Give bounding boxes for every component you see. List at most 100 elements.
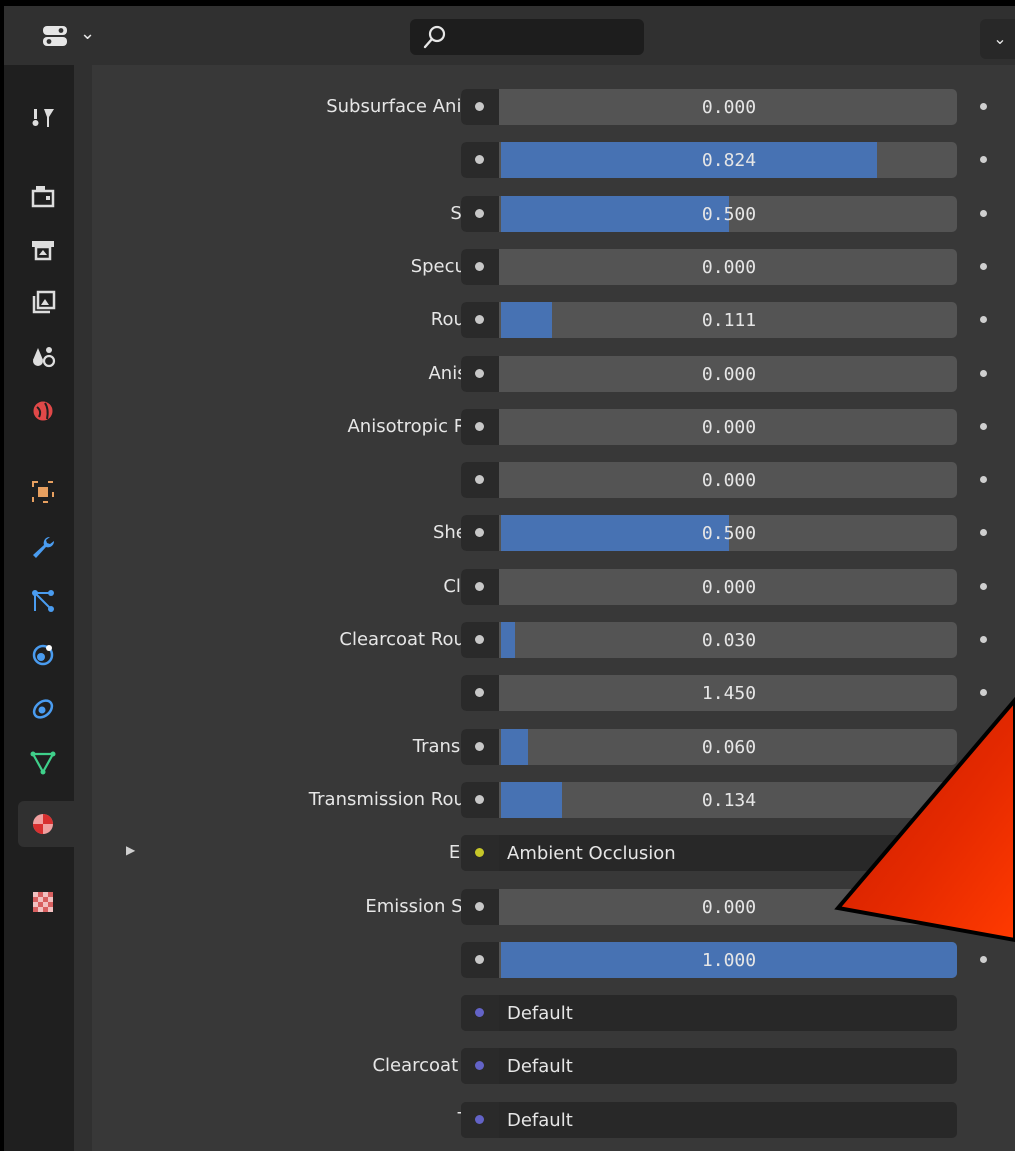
property-row-metallic: Metallic0.824 — [92, 138, 1015, 180]
slider-value: 0.824 — [701, 150, 757, 172]
tab-view-layer[interactable] — [18, 280, 68, 326]
input-socket[interactable] — [461, 781, 499, 818]
input-socket[interactable] — [461, 1048, 499, 1085]
tab-modifiers[interactable] — [18, 524, 68, 570]
socket-dot-icon — [475, 368, 484, 378]
property-row-roughness: Roughness0.111 — [92, 298, 1015, 340]
linked-input-name: Default — [507, 1056, 573, 1078]
input-socket[interactable] — [461, 515, 499, 552]
input-socket[interactable] — [461, 941, 499, 978]
input-socket[interactable] — [461, 89, 499, 125]
keyframe-dot-icon[interactable] — [980, 955, 987, 963]
tab-object[interactable] — [18, 469, 68, 515]
input-socket[interactable] — [461, 462, 499, 499]
input-socket[interactable] — [461, 835, 499, 872]
tab-physics[interactable] — [18, 632, 68, 678]
value-slider[interactable]: 0.500 — [461, 195, 957, 232]
keyframe-dot-icon[interactable] — [980, 103, 987, 110]
value-slider[interactable]: 0.000 — [461, 568, 957, 605]
options-dropdown-button[interactable]: ⌄ — [980, 19, 1015, 59]
keyframe-dot-icon[interactable] — [980, 422, 987, 430]
socket-dot-icon — [475, 1114, 484, 1124]
value-slider[interactable]: 0.134 — [461, 781, 957, 818]
keyframe-dot-icon[interactable] — [980, 476, 987, 484]
input-socket[interactable] — [461, 888, 499, 925]
property-row-alpha: Alpha1.000 — [92, 938, 1015, 980]
input-socket[interactable] — [461, 995, 499, 1032]
tab-material[interactable] — [18, 801, 74, 847]
socket-dot-icon — [475, 954, 484, 964]
tab-data[interactable] — [18, 740, 68, 786]
input-socket[interactable] — [461, 142, 499, 179]
socket-dot-icon — [475, 635, 484, 644]
value-slider[interactable]: 0.000 — [461, 462, 957, 499]
search-icon — [423, 25, 446, 49]
property-row-clearcoat-roughness: Clearcoat Roughness 0.030 — [92, 618, 1015, 660]
tab-tool[interactable] — [18, 95, 68, 141]
keyframe-dot-icon[interactable] — [980, 209, 987, 217]
slider-value: 1.450 — [701, 683, 757, 705]
socket-link-field[interactable]: Default — [461, 1048, 957, 1085]
keyframe-dot-icon[interactable] — [980, 742, 987, 750]
value-slider[interactable]: 0.824 — [461, 142, 957, 179]
value-slider[interactable]: 0.000 — [461, 355, 957, 392]
value-slider[interactable]: 0.111 — [461, 302, 957, 339]
input-socket[interactable] — [461, 408, 499, 445]
value-slider[interactable]: 1.000 — [461, 941, 957, 978]
material-icon — [33, 814, 53, 834]
value-slider[interactable]: 0.060 — [461, 728, 957, 765]
keyframe-dot-icon[interactable] — [980, 529, 987, 537]
input-socket[interactable] — [461, 195, 499, 232]
value-slider[interactable]: 1.450 — [461, 675, 957, 712]
input-socket[interactable] — [461, 355, 499, 392]
value-slider[interactable]: 0.000 — [461, 408, 957, 445]
editor-type-button[interactable]: ⌄ — [30, 18, 102, 54]
input-socket[interactable] — [461, 728, 499, 765]
object-icon — [32, 481, 54, 503]
search-input[interactable] — [410, 19, 644, 55]
property-row-emission: ▶EmissionAmbient Occlusion — [92, 831, 1015, 873]
expand-arrow-icon[interactable]: ▶ — [126, 843, 135, 857]
value-slider[interactable]: 0.000 — [461, 248, 957, 285]
tab-render[interactable] — [18, 173, 68, 219]
render-icon — [31, 186, 55, 208]
input-socket[interactable] — [461, 248, 499, 285]
property-row-ior: IOR1.450 — [92, 671, 1015, 713]
socket-link-field[interactable]: Default — [461, 1101, 957, 1138]
keyframe-dot-icon[interactable] — [980, 369, 987, 377]
property-row-anisotropic-rotation: Anisotropic Rotation 0.000 — [92, 405, 1015, 447]
keyframe-dot-icon[interactable] — [980, 156, 987, 164]
keyframe-dot-icon[interactable] — [980, 795, 987, 803]
socket-dot-icon — [475, 528, 484, 538]
socket-dot-icon — [475, 1008, 484, 1018]
input-socket[interactable] — [461, 675, 499, 712]
value-slider[interactable]: 0.000 — [461, 89, 957, 125]
header-bar: ⌄ ⌄ — [4, 6, 1015, 65]
socket-dot-icon — [475, 315, 484, 325]
tab-texture[interactable] — [18, 879, 68, 925]
keyframe-dot-icon[interactable] — [980, 316, 987, 324]
value-slider[interactable]: 0.500 — [461, 515, 957, 552]
socket-dot-icon — [475, 741, 484, 751]
tab-particles[interactable] — [18, 578, 68, 624]
input-socket[interactable] — [461, 302, 499, 339]
socket-link-field[interactable]: Default — [461, 995, 957, 1032]
keyframe-dot-icon[interactable] — [980, 636, 987, 643]
slider-value: 0.060 — [701, 736, 757, 758]
property-row-sheen: Sheen0.000 — [92, 458, 1015, 500]
socket-dot-icon — [475, 155, 484, 165]
value-slider[interactable]: 0.000 — [461, 888, 957, 925]
tab-output[interactable] — [18, 227, 68, 273]
tab-world[interactable] — [18, 388, 68, 434]
socket-link-field[interactable]: Ambient Occlusion — [461, 835, 957, 872]
world-icon — [32, 400, 54, 422]
keyframe-dot-icon[interactable] — [980, 582, 987, 590]
input-socket[interactable] — [461, 622, 499, 658]
input-socket[interactable] — [461, 568, 499, 605]
input-socket[interactable] — [461, 1101, 499, 1138]
keyframe-dot-icon[interactable] — [980, 262, 987, 270]
tab-scene[interactable] — [18, 334, 68, 380]
keyframe-dot-icon[interactable] — [980, 689, 987, 697]
value-slider[interactable]: 0.030 — [461, 622, 957, 658]
tab-constraints[interactable] — [18, 686, 68, 732]
